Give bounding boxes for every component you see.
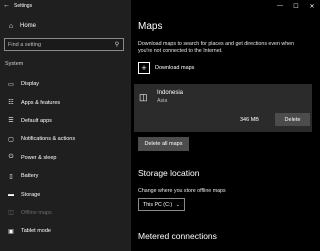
storage-icon: ▬	[8, 191, 14, 198]
back-arrow-icon[interactable]: ←	[3, 1, 10, 11]
chevron-down-icon: ⌄	[175, 201, 180, 208]
sidebar-item-label: Battery	[21, 173, 39, 180]
map-size: 346 MB	[240, 117, 259, 123]
sidebar-item-label: Storage	[21, 191, 41, 198]
section-label: System	[5, 61, 24, 67]
search-input[interactable]	[5, 39, 111, 50]
page-description: Download maps to search for places and g…	[138, 41, 295, 54]
storage-location-select[interactable]: This PC (C:) ⌄	[138, 198, 185, 211]
battery-icon: ▯	[9, 173, 13, 180]
sidebar-item-notifications[interactable]: ▢ Notifications & actions	[0, 130, 131, 148]
offline-maps-icon: ◫	[8, 210, 14, 217]
map-name: Indonesia	[157, 90, 184, 96]
map-region: Asia	[157, 98, 168, 104]
title-bar: ← Settings — ☐ ✕	[0, 0, 320, 12]
plus-icon: +	[138, 62, 150, 74]
storage-location-value: This PC (C:)	[143, 201, 173, 208]
apps-icon: ☷	[8, 100, 14, 107]
metered-connections-heading: Metered connections	[138, 231, 217, 241]
home-nav-item[interactable]: ⌂ Home	[0, 19, 131, 33]
minimize-button[interactable]: —	[272, 0, 288, 12]
sidebar-nav: ▭ Display ☷ Apps & features ☰ Default ap…	[0, 75, 131, 241]
close-button[interactable]: ✕	[304, 0, 320, 12]
delete-all-maps-button[interactable]: Delete all maps	[138, 137, 189, 151]
storage-location-description: Change where you store offline maps	[138, 188, 226, 194]
download-maps-button[interactable]: + Download maps	[138, 62, 194, 74]
home-label: Home	[20, 23, 37, 29]
download-maps-label: Download maps	[155, 65, 195, 71]
sidebar-item-apps-features[interactable]: ☷ Apps & features	[0, 93, 131, 111]
default-apps-icon: ☰	[8, 118, 14, 125]
maximize-button[interactable]: ☐	[288, 0, 304, 12]
tablet-mode-icon: ▣	[8, 228, 14, 235]
search-box[interactable]: ⚲	[4, 38, 124, 51]
map-list-item[interactable]: ◫ Indonesia Asia 346 MB Delete	[134, 84, 312, 132]
sidebar-item-label: Power & sleep	[21, 154, 57, 161]
sidebar-item-label: Default apps	[21, 117, 52, 124]
sidebar-item-power-sleep[interactable]: ⏻ Power & sleep	[0, 149, 131, 167]
window-controls: — ☐ ✕	[272, 0, 320, 12]
storage-location-heading: Storage location	[138, 168, 200, 178]
sidebar-item-storage[interactable]: ▬ Storage	[0, 185, 131, 203]
window-title: Settings	[14, 3, 33, 9]
sidebar-item-label: Display	[21, 81, 40, 88]
page-title: Maps	[138, 21, 163, 32]
sidebar-item-display[interactable]: ▭ Display	[0, 75, 131, 93]
sidebar-item-offline-maps[interactable]: ◫ Offline maps	[0, 204, 131, 222]
delete-button[interactable]: Delete	[275, 113, 310, 126]
sidebar-item-battery[interactable]: ▯ Battery	[0, 167, 131, 185]
sidebar-item-label: Notifications & actions	[21, 136, 76, 143]
notifications-icon: ▢	[8, 136, 14, 143]
sidebar-item-tablet-mode[interactable]: ▣ Tablet mode	[0, 222, 131, 240]
power-icon: ⏻	[8, 154, 14, 161]
map-icon: ◫	[139, 92, 148, 102]
search-icon[interactable]: ⚲	[111, 41, 123, 48]
display-icon: ▭	[8, 81, 14, 88]
sidebar-item-default-apps[interactable]: ☰ Default apps	[0, 112, 131, 130]
sidebar-item-label: Offline maps	[21, 209, 52, 216]
home-icon: ⌂	[8, 22, 14, 30]
sidebar-item-label: Tablet mode	[21, 228, 51, 235]
sidebar-item-label: Apps & features	[21, 99, 61, 106]
